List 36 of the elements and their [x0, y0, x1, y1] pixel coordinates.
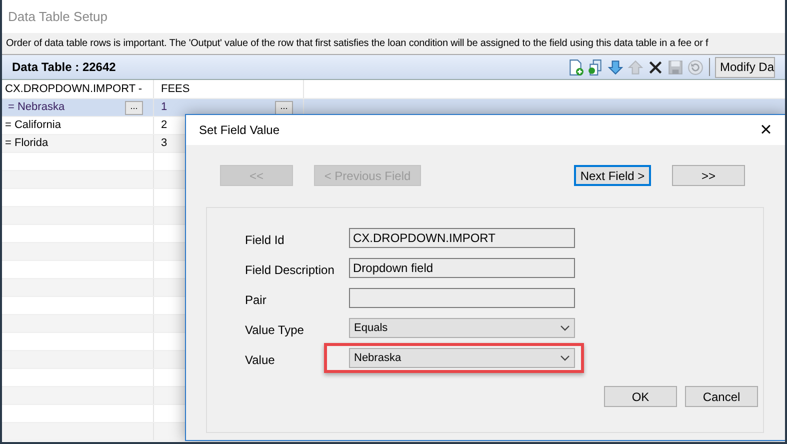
text-field[interactable]: CX.DROPDOWN.IMPORT — [349, 228, 575, 248]
table-cell-text: = Nebraska — [7, 100, 65, 116]
table-cell-text: 3 — [161, 136, 168, 152]
dropdown-field[interactable]: Nebraska — [349, 348, 575, 368]
dialog-button[interactable]: OK — [604, 386, 677, 407]
nav-button[interactable]: >> — [672, 165, 745, 186]
close-button[interactable]: × — [755, 120, 777, 140]
dialog-title: Set Field Value — [199, 122, 280, 139]
modify-button[interactable]: Modify Da — [714, 56, 775, 78]
table-cell-text: 2 — [161, 118, 168, 134]
nav-button[interactable]: Next Field > — [574, 165, 651, 186]
text-field[interactable] — [349, 288, 575, 308]
field-label: Pair — [244, 292, 268, 309]
column-header: FEES — [154, 80, 304, 98]
dialog-button[interactable]: Cancel — [685, 386, 758, 407]
ellipsis-button[interactable]: ... — [275, 100, 293, 114]
field-label: Value — [244, 352, 276, 369]
ellipsis-button[interactable]: ... — [125, 100, 143, 114]
copy-documents-icon[interactable] — [586, 58, 604, 76]
table-title: Data Table : 22642 — [12, 59, 117, 76]
table-cell-text: = California — [5, 118, 61, 134]
down-arrow-icon[interactable] — [606, 58, 624, 76]
field-label: Field Description — [244, 262, 336, 279]
delete-icon[interactable] — [646, 58, 664, 76]
info-message: Order of data table rows is important. The 'Output' value of the row that first satisfies the loan condition will be assigned to the field using this data table in a fee or f — [6, 37, 708, 51]
field-label: Value Type — [244, 322, 305, 339]
dropdown-field[interactable]: Equals — [349, 318, 575, 338]
text-field[interactable]: Dropdown field — [349, 258, 575, 278]
field-label: Field Id — [244, 232, 286, 249]
caret-icon — [560, 355, 570, 361]
table-cell-text: 1 — [161, 100, 168, 116]
column-header: CX.DROPDOWN.IMPORT - — [2, 80, 154, 98]
caret-icon — [560, 325, 570, 331]
table-cell-text: = Florida — [5, 136, 48, 152]
window-title: Data Table Setup — [8, 8, 108, 26]
add-document-icon[interactable] — [566, 58, 584, 76]
